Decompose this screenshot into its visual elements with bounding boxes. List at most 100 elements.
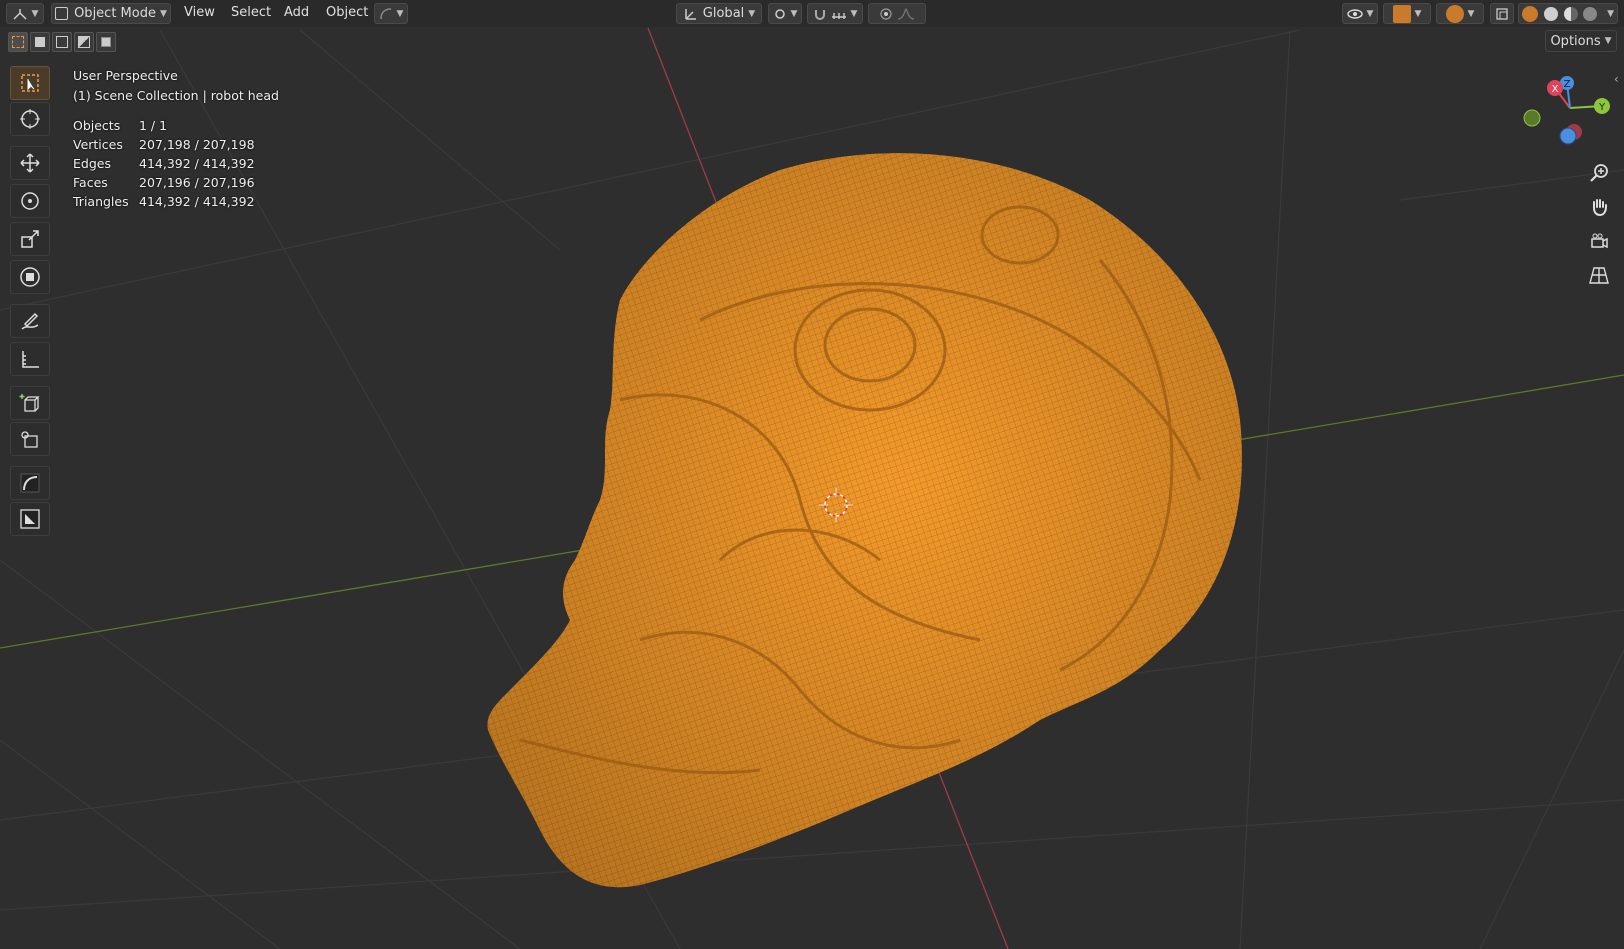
object-menu[interactable]: Object xyxy=(326,5,368,20)
stat-label: Edges xyxy=(73,156,111,171)
tool-scale[interactable] xyxy=(10,222,50,256)
proportional-editing-toggle[interactable] xyxy=(868,3,926,24)
select-new-icon[interactable] xyxy=(8,32,28,52)
select-invert-icon[interactable] xyxy=(74,32,94,52)
measure-icon xyxy=(22,351,39,368)
snapping-toggle[interactable]: ▼ xyxy=(807,3,863,24)
mode-label: Object Mode xyxy=(74,6,156,21)
options-label: Options xyxy=(1550,33,1601,49)
stat-label: Triangles xyxy=(73,194,129,209)
navigation-gizmo[interactable]: Z X Y xyxy=(1510,70,1620,160)
select-menu[interactable]: Select xyxy=(231,5,271,20)
wireframe-shading-icon[interactable] xyxy=(1521,5,1538,22)
select-intersect-icon[interactable] xyxy=(96,32,116,52)
visibility-dropdown[interactable]: ▼ xyxy=(1342,3,1378,24)
z-axis-label: Z xyxy=(1564,79,1571,90)
viewport-info: User Perspective (1) Scene Collection | … xyxy=(73,66,279,106)
select-subtract-icon[interactable] xyxy=(52,32,72,52)
extrude-icon xyxy=(21,431,38,448)
pivot-point-dropdown[interactable]: ▼ xyxy=(768,3,802,24)
eye-icon xyxy=(1346,8,1363,19)
tool-rotate[interactable] xyxy=(10,184,50,218)
snap-increment-icon xyxy=(831,12,846,19)
tool-move[interactable] xyxy=(10,146,50,180)
cursor-icon xyxy=(20,109,40,129)
rendered-shading-icon[interactable] xyxy=(1583,6,1598,21)
tool-transform[interactable] xyxy=(10,260,50,294)
stat-value: 414,392 / 414,392 xyxy=(139,156,255,171)
scale-icon xyxy=(21,230,39,248)
select-extend-icon[interactable] xyxy=(30,32,50,52)
object-mode-icon xyxy=(55,7,69,20)
annotate-icon xyxy=(21,312,39,330)
zoom-button[interactable] xyxy=(1583,158,1615,188)
select-box-icon xyxy=(21,74,39,92)
overlays-toggle[interactable]: ▼ xyxy=(1436,3,1484,24)
proportional-edit-icon xyxy=(880,7,892,20)
perspective-label: User Perspective xyxy=(73,68,178,83)
stat-label: Objects xyxy=(73,118,121,133)
stat-value: 207,198 / 207,198 xyxy=(139,137,255,152)
xray-toggle[interactable] xyxy=(1490,3,1514,24)
shading-modes: ▼ xyxy=(1518,3,1618,24)
stat-edges: Edges 414,392 / 414,392 xyxy=(73,154,255,173)
solid-shading-icon[interactable] xyxy=(1543,6,1558,21)
gizmo-toggle[interactable]: ▼ xyxy=(1383,3,1431,24)
stat-vertices: Vertices 207,198 / 207,198 xyxy=(73,135,255,154)
viewport-header: ▼ Object Mode ▼ View Select Add Object ▼ … xyxy=(0,0,1624,27)
material-shading-icon[interactable] xyxy=(1563,6,1578,21)
options-dropdown[interactable]: Options ▼ xyxy=(1545,30,1617,52)
view-menu[interactable]: View xyxy=(184,5,215,20)
editor-type-icon xyxy=(13,8,27,20)
stat-faces: Faces 207,196 / 207,196 xyxy=(73,173,255,192)
tool-extrude[interactable] xyxy=(10,422,50,456)
tool-sample[interactable] xyxy=(10,502,50,536)
neg-z-axis-ball[interactable] xyxy=(1559,127,1577,145)
pivot-icon xyxy=(774,8,785,19)
add-cube-icon xyxy=(19,394,40,412)
grid-perspective-icon xyxy=(1589,267,1609,284)
transform-icon xyxy=(20,267,40,287)
curve-options-icon xyxy=(379,7,391,19)
object-options-button[interactable]: ▼ xyxy=(374,3,408,24)
magnet-icon xyxy=(814,9,825,20)
mode-dropdown[interactable]: Object Mode ▼ xyxy=(51,3,171,24)
tool-select-box[interactable] xyxy=(10,66,50,100)
overlays-icon xyxy=(1445,4,1464,23)
editor-type-button[interactable]: ▼ xyxy=(6,3,44,24)
collection-label: (1) Scene Collection | robot head xyxy=(73,88,279,103)
shading-chevron-icon[interactable]: ▼ xyxy=(1607,9,1614,19)
orientation-axes-icon xyxy=(685,8,696,20)
rotate-icon xyxy=(21,192,39,210)
move-icon xyxy=(20,153,40,173)
hand-icon xyxy=(1593,199,1607,217)
selection-mode-buttons xyxy=(8,32,116,52)
add-menu[interactable]: Add xyxy=(284,5,309,20)
camera-view-button[interactable] xyxy=(1583,226,1615,256)
transform-orientation-dropdown[interactable]: Global ▼ xyxy=(676,3,762,24)
orientation-label: Global xyxy=(702,6,745,21)
y-axis-label: Y xyxy=(1598,102,1606,113)
zoom-icon xyxy=(1590,164,1608,182)
stat-value: 207,196 / 207,196 xyxy=(139,175,255,190)
camera-icon xyxy=(1591,233,1608,249)
stat-value: 1 / 1 xyxy=(139,118,168,133)
robot-head-mesh[interactable] xyxy=(487,153,1242,888)
falloff-icon xyxy=(897,7,915,20)
stat-label: Vertices xyxy=(73,137,123,152)
stat-label: Faces xyxy=(73,175,108,190)
tool-annotate[interactable] xyxy=(10,304,50,338)
tool-add-cube[interactable] xyxy=(10,386,50,420)
x-axis-label: X xyxy=(1552,84,1559,95)
pan-button[interactable] xyxy=(1583,192,1615,222)
tool-curve[interactable] xyxy=(10,466,50,500)
sample-icon xyxy=(20,509,40,529)
neg-y-axis-ball[interactable] xyxy=(1523,109,1541,127)
collapse-sidebar-icon[interactable]: ‹ xyxy=(1614,72,1619,86)
ortho-toggle-button[interactable] xyxy=(1583,260,1615,290)
xray-icon xyxy=(1496,7,1508,20)
curve-icon xyxy=(20,473,40,493)
stat-objects: Objects 1 / 1 xyxy=(73,116,255,135)
tool-measure[interactable] xyxy=(10,342,50,376)
tool-cursor[interactable] xyxy=(10,102,50,136)
